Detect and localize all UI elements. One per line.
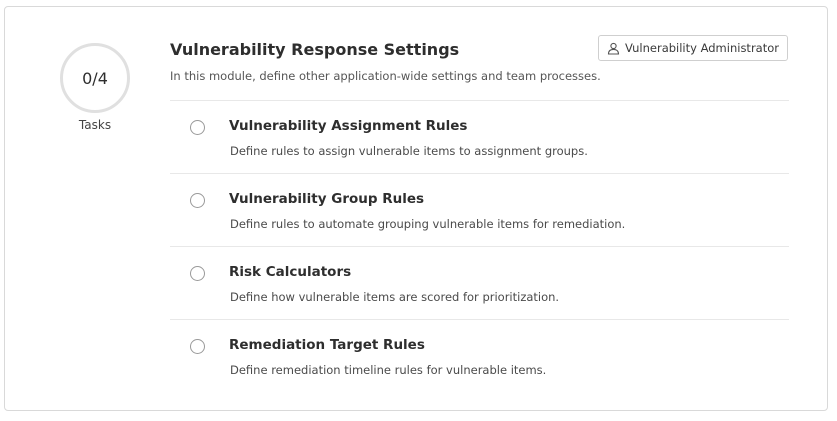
task-description: Define how vulnerable items are scored f… bbox=[230, 290, 560, 304]
task-radio[interactable] bbox=[190, 193, 205, 208]
task-description: Define rules to assign vulnerable items … bbox=[230, 144, 588, 158]
role-button[interactable]: Vulnerability Administrator bbox=[598, 35, 788, 61]
task-radio[interactable] bbox=[190, 339, 205, 354]
task-title[interactable]: Remediation Target Rules bbox=[229, 337, 425, 353]
progress-count: 0/4 bbox=[82, 68, 108, 88]
user-icon bbox=[607, 42, 620, 55]
task-title[interactable]: Vulnerability Group Rules bbox=[229, 191, 424, 207]
progress-label: Tasks bbox=[78, 118, 112, 132]
task-title[interactable]: Vulnerability Assignment Rules bbox=[229, 118, 467, 134]
page-title: Vulnerability Response Settings bbox=[170, 40, 460, 59]
progress-ring: 0/4 bbox=[60, 43, 130, 113]
page-subtitle: In this module, define other application… bbox=[170, 69, 601, 83]
role-button-label: Vulnerability Administrator bbox=[625, 41, 779, 55]
task-description: Define rules to automate grouping vulner… bbox=[230, 217, 626, 231]
task-item: Vulnerability Assignment Rules Define ru… bbox=[170, 100, 789, 173]
task-title[interactable]: Risk Calculators bbox=[229, 264, 351, 280]
task-item: Risk Calculators Define how vulnerable i… bbox=[170, 246, 789, 319]
task-item: Remediation Target Rules Define remediat… bbox=[170, 319, 789, 392]
task-list: Vulnerability Assignment Rules Define ru… bbox=[170, 100, 789, 392]
task-radio[interactable] bbox=[190, 266, 205, 281]
task-description: Define remediation timeline rules for vu… bbox=[230, 363, 547, 377]
task-item: Vulnerability Group Rules Define rules t… bbox=[170, 173, 789, 246]
task-radio[interactable] bbox=[190, 120, 205, 135]
settings-card: 0/4 Tasks Vulnerability Response Setting… bbox=[4, 6, 828, 411]
